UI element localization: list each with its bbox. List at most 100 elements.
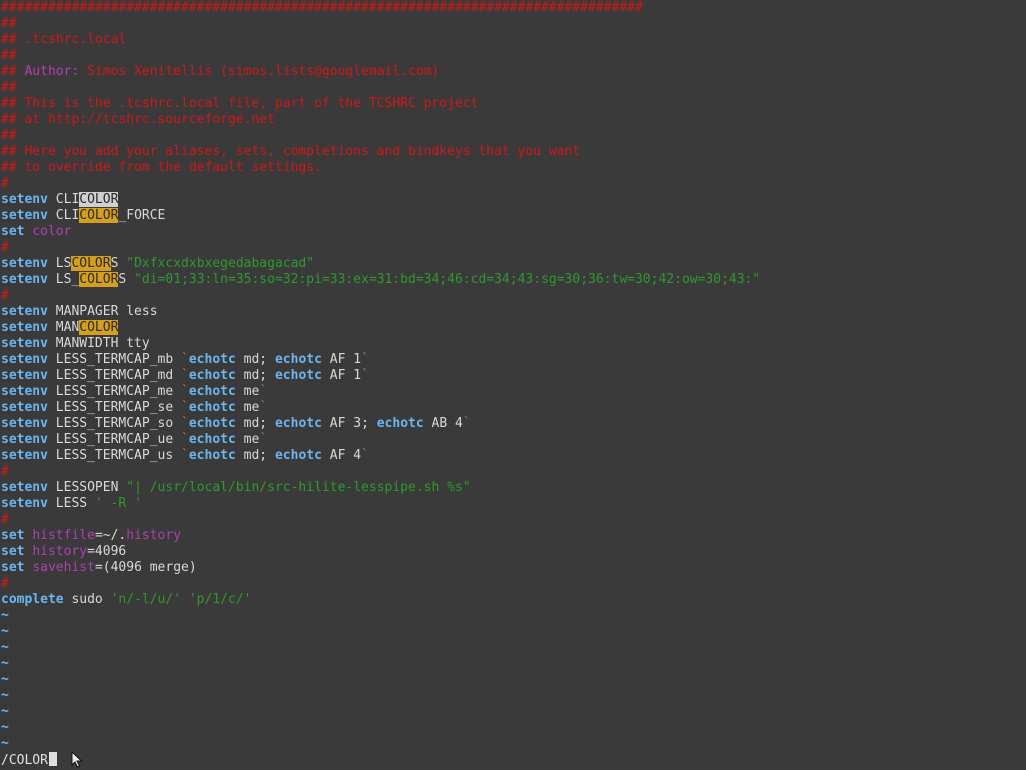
editor-line[interactable]: ~	[1, 624, 760, 640]
editor-line[interactable]: setenv LESS ' -R '	[1, 496, 760, 512]
comment-text: ## at http://tcshrc.sourceforge.net	[1, 112, 275, 127]
code-text: LESS_TERMCAP_se	[47, 400, 182, 415]
keyword: setenv	[1, 400, 48, 415]
editor-line[interactable]: ##	[1, 16, 760, 32]
keyword: echotc	[274, 352, 322, 367]
string-literal: "Dxfxcxdxbxegedabagacad"	[126, 256, 315, 271]
editor-line[interactable]: ~	[1, 608, 760, 624]
keyword: setenv	[1, 432, 48, 447]
code-text: LESS_TERMCAP_so	[47, 416, 182, 431]
editor-line[interactable]: setenv CLICOLOR_FORCE	[1, 208, 760, 224]
keyword: set	[1, 224, 25, 239]
editor-line[interactable]: ~	[1, 704, 760, 720]
variable-name: history	[32, 544, 88, 559]
empty-line-tilde: ~	[1, 624, 9, 639]
editor-line[interactable]: setenv LS_COLORS "di=01;33:ln=35:so=32:p…	[1, 272, 760, 288]
keyword: setenv	[1, 384, 48, 399]
editor-line[interactable]: ~	[1, 672, 760, 688]
editor-line[interactable]: ~	[1, 688, 760, 704]
editor-line[interactable]: set histfile=~/.history	[1, 528, 760, 544]
editor-line[interactable]: #	[1, 240, 760, 256]
editor-line[interactable]: setenv LSCOLORS "Dxfxcxdxbxegedabagacad"	[1, 256, 760, 272]
comment-text: #	[1, 240, 9, 255]
keyword: echotc	[188, 416, 236, 431]
backtick: `	[259, 432, 268, 447]
editor-line[interactable]: setenv LESS_TERMCAP_se `echotc me`	[1, 400, 760, 416]
editor-line[interactable]: setenv MANPAGER less	[1, 304, 760, 320]
keyword: complete	[1, 592, 64, 607]
code-text: S	[110, 256, 127, 271]
code-text: AF 4	[321, 448, 362, 463]
comment-text: ##	[1, 64, 25, 79]
editor-line[interactable]: ##	[1, 128, 760, 144]
backtick: `	[181, 448, 189, 463]
keyword: setenv	[1, 256, 48, 271]
code-text: me	[235, 432, 260, 447]
editor-line[interactable]: #	[1, 576, 760, 592]
keyword: echotc	[274, 368, 322, 383]
backtick: `	[361, 352, 369, 367]
keyword: echotc	[188, 432, 236, 447]
comment-text: ## This is the .tcshrc.local file, part …	[1, 96, 479, 111]
editor-line[interactable]: setenv LESS_TERMCAP_ue `echotc me`	[1, 432, 760, 448]
editor-line[interactable]: ~	[1, 720, 760, 736]
keyword: setenv	[1, 480, 48, 495]
command-line[interactable]: /COLOR	[1, 752, 57, 768]
editor-line[interactable]: #	[1, 288, 760, 304]
editor-line[interactable]: ## .tcshrc.local	[1, 32, 760, 48]
code-text: =4096	[87, 544, 127, 559]
editor-line[interactable]: ##	[1, 80, 760, 96]
empty-line-tilde: ~	[1, 656, 9, 671]
editor-line[interactable]: #	[1, 176, 760, 192]
editor-buffer[interactable]: ########################################…	[1, 0, 760, 752]
empty-line-tilde: ~	[1, 736, 9, 751]
terminal-window[interactable]: ########################################…	[0, 0, 1026, 770]
code-text: =~/.	[94, 528, 127, 543]
editor-line[interactable]: complete sudo 'n/-l/u/' 'p/1/c/'	[1, 592, 760, 608]
backtick: `	[259, 400, 268, 415]
editor-line[interactable]: #	[1, 464, 760, 480]
editor-line[interactable]: ~	[1, 640, 760, 656]
editor-line[interactable]: ## at http://tcshrc.sourceforge.net	[1, 112, 760, 128]
backtick: `	[259, 384, 268, 399]
keyword: echotc	[188, 352, 236, 367]
editor-line[interactable]: setenv LESSOPEN "| /usr/local/bin/src-hi…	[1, 480, 760, 496]
comment-text: #	[1, 176, 9, 191]
current-search-match: COLOR	[79, 192, 119, 207]
keyword: setenv	[1, 304, 48, 319]
string-literal: "| /usr/local/bin/src-hilite-lesspipe.sh…	[126, 480, 471, 495]
editor-line[interactable]: ## Author: Simos Xenitellis (simos.lists…	[1, 64, 760, 80]
backtick: `	[462, 416, 471, 431]
editor-line[interactable]: setenv LESS_TERMCAP_so `echotc md; echot…	[1, 416, 760, 432]
editor-line[interactable]: ## Here you add your aliases, sets, comp…	[1, 144, 760, 160]
editor-line[interactable]: setenv MANWIDTH tty	[1, 336, 760, 352]
editor-line[interactable]: set history=4096	[1, 544, 760, 560]
keyword: echotc	[188, 400, 236, 415]
editor-line[interactable]: set savehist=(4096 merge)	[1, 560, 760, 576]
editor-line[interactable]: setenv CLICOLOR	[1, 192, 760, 208]
editor-line[interactable]: set color	[1, 224, 760, 240]
editor-line[interactable]: setenv LESS_TERMCAP_us `echotc md; echot…	[1, 448, 760, 464]
code-text: LESS_TERMCAP_ue	[47, 432, 182, 447]
editor-line[interactable]: #	[1, 512, 760, 528]
editor-line[interactable]: ~	[1, 656, 760, 672]
editor-line[interactable]: ~	[1, 736, 760, 752]
comment-text: #	[1, 464, 9, 479]
code-text: MANWIDTH tty	[47, 336, 150, 351]
editor-line[interactable]: setenv LESS_TERMCAP_md `echotc md; echot…	[1, 368, 760, 384]
editor-line[interactable]: ## to override from the default settings…	[1, 160, 760, 176]
keyword: echotc	[188, 448, 236, 463]
editor-line[interactable]: ########################################…	[1, 0, 760, 16]
editor-line[interactable]: ## This is the .tcshrc.local file, part …	[1, 96, 760, 112]
editor-line[interactable]: setenv LESS_TERMCAP_mb `echotc md; echot…	[1, 352, 760, 368]
code-text: LS_	[47, 272, 80, 287]
editor-line[interactable]: setenv MANCOLOR	[1, 320, 760, 336]
comment-text: ##	[1, 128, 17, 143]
keyword: echotc	[274, 416, 322, 431]
empty-line-tilde: ~	[1, 688, 9, 703]
editor-line[interactable]: ##	[1, 48, 760, 64]
editor-line[interactable]: setenv LESS_TERMCAP_me `echotc me`	[1, 384, 760, 400]
code-text: me	[235, 400, 260, 415]
keyword: setenv	[1, 496, 48, 511]
comment-text: #	[1, 576, 9, 591]
